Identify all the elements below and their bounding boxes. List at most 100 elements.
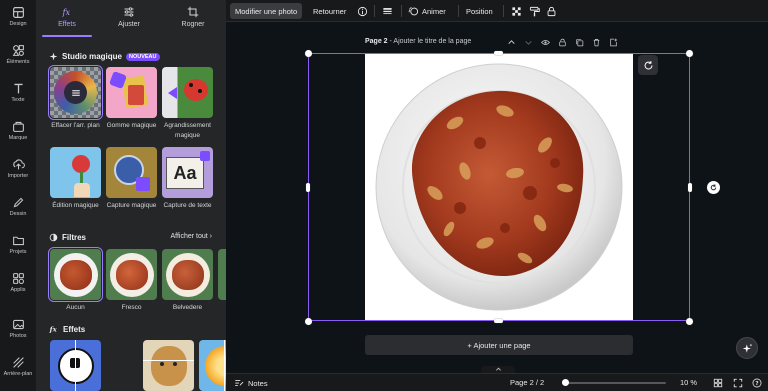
draw-icon xyxy=(13,197,23,208)
magic-assist-button[interactable] xyxy=(736,337,758,359)
design-icon xyxy=(12,7,24,18)
resize-handle-right[interactable] xyxy=(688,183,692,192)
rail-item-draw[interactable]: Dessin xyxy=(0,196,36,217)
edit-photo-button[interactable]: Modifier une photo xyxy=(230,3,303,19)
tool-thumbnail xyxy=(106,67,157,118)
copy-style-button[interactable] xyxy=(529,3,540,19)
fullscreen-button[interactable] xyxy=(733,378,743,388)
lock-button[interactable] xyxy=(546,3,557,19)
grid-view-button[interactable] xyxy=(713,378,723,388)
rail-item-projects[interactable]: Projets xyxy=(0,234,36,255)
resize-handle-bottom[interactable] xyxy=(494,319,503,323)
chevron-up-icon[interactable] xyxy=(507,38,516,47)
rail-item-apps[interactable]: Applis xyxy=(0,272,36,293)
tab-label: Ajuster xyxy=(118,21,140,28)
lock-icon xyxy=(547,6,556,16)
animate-icon xyxy=(408,6,419,15)
add-page-icon[interactable] xyxy=(609,38,618,47)
rail-item-brand[interactable]: Marque xyxy=(0,120,36,141)
tool-magic-eraser[interactable]: Gomme magique xyxy=(106,67,157,131)
rail-item-elements[interactable]: Éléments xyxy=(0,44,36,65)
paint-roller-icon xyxy=(529,6,540,16)
rail-item-design[interactable]: Design xyxy=(0,6,36,27)
resize-handle-top-right[interactable] xyxy=(686,50,693,57)
studio-title: Studio magique xyxy=(62,52,122,61)
rail-label: Importer xyxy=(7,173,29,179)
border-style-button[interactable] xyxy=(382,3,393,19)
rail-item-photos[interactable]: Photos xyxy=(0,318,36,339)
toolbar-divider xyxy=(401,5,402,17)
tool-label: Effacer l'arr. plan xyxy=(51,122,100,129)
filter-label: Aucun xyxy=(66,304,85,311)
bottom-bar: Notes Page 2 / 2 10 % ? xyxy=(226,373,768,391)
effects-section-title: fx Effets xyxy=(49,324,85,334)
filter-fresco[interactable]: Fresco xyxy=(106,249,157,311)
svg-text:fx: fx xyxy=(49,326,58,334)
duplicate-icon[interactable] xyxy=(575,38,584,47)
sparkle-icon xyxy=(49,52,58,61)
tab-label: Rogner xyxy=(181,21,205,28)
selection-box xyxy=(308,53,690,321)
tool-text-grab[interactable]: Aa Capture de texte xyxy=(162,147,213,211)
zoom-level[interactable]: 10 % xyxy=(680,378,697,387)
tool-label: Gomme magique xyxy=(106,122,157,129)
rail-item-background[interactable]: Arrière-plan xyxy=(0,356,36,377)
trash-icon[interactable] xyxy=(592,38,601,47)
help-button[interactable]: ? xyxy=(752,378,762,388)
tab-effects[interactable]: fx Effets xyxy=(36,6,98,28)
info-button[interactable] xyxy=(357,3,368,19)
notes-icon xyxy=(235,380,244,387)
show-all-filters-link[interactable]: Afficher tout › xyxy=(170,233,212,240)
effect-thumbnail-dog[interactable] xyxy=(143,340,194,391)
animate-label: Animer xyxy=(422,6,446,16)
filter-none[interactable]: Aucun xyxy=(48,247,103,311)
sparkle-icon xyxy=(742,343,752,353)
info-icon xyxy=(357,6,368,16)
effect-thumbnail-orange[interactable] xyxy=(199,340,226,391)
notes-label: Notes xyxy=(248,378,268,388)
animate-button[interactable]: Animer xyxy=(408,3,446,19)
transparency-button[interactable] xyxy=(511,3,522,19)
text-sample: Aa xyxy=(166,157,204,189)
resize-handle-left[interactable] xyxy=(306,183,310,192)
tool-label: Édition magique xyxy=(52,202,99,209)
sliders-icon xyxy=(124,7,134,17)
zoom-slider-track[interactable] xyxy=(562,382,666,384)
notes-button[interactable]: Notes xyxy=(234,378,268,388)
apps-icon xyxy=(12,273,24,284)
add-page-label: + Ajouter une page xyxy=(467,340,531,350)
tool-label: Capture de texte xyxy=(163,202,212,209)
page-title-input[interactable]: Ajouter le titre de la page xyxy=(393,38,471,45)
tool-magic-edit[interactable]: Édition magique xyxy=(50,147,101,211)
rail-label: Éléments xyxy=(6,59,30,65)
effect-thumbnail-ball[interactable] xyxy=(50,340,101,391)
add-page-button[interactable]: + Ajouter une page xyxy=(365,335,633,355)
eye-icon[interactable] xyxy=(541,38,550,47)
crop-icon xyxy=(187,6,199,18)
tool-bg-remover[interactable]: Effacer l'arr. plan xyxy=(48,65,103,131)
zoom-slider-handle[interactable] xyxy=(561,379,569,386)
rail-label: Dessin xyxy=(9,211,27,217)
rotate-handle[interactable] xyxy=(707,181,720,194)
rail-label: Arrière-plan xyxy=(3,371,33,377)
refresh-icon xyxy=(644,60,652,69)
tool-magic-grab[interactable]: Capture magique xyxy=(106,147,157,211)
resize-handle-top[interactable] xyxy=(494,51,503,55)
position-button[interactable]: Position xyxy=(466,3,493,19)
lock-icon[interactable] xyxy=(558,38,567,47)
tab-crop[interactable]: Rogner xyxy=(162,6,224,28)
help-icon: ? xyxy=(752,378,762,388)
chevron-down-icon[interactable] xyxy=(524,38,533,47)
rail-item-text[interactable]: Texte xyxy=(0,82,36,103)
tool-magic-expand[interactable]: Agrandissement magique xyxy=(162,67,213,141)
filter-label: Fresco xyxy=(121,304,142,311)
resize-handle-top-left[interactable] xyxy=(305,50,312,57)
fx-icon: fx xyxy=(62,7,71,17)
tab-adjust[interactable]: Ajuster xyxy=(98,6,160,28)
rail-item-upload[interactable]: Importer xyxy=(0,158,36,179)
resize-handle-bottom-right[interactable] xyxy=(686,318,693,325)
refresh-button[interactable] xyxy=(638,55,658,75)
filter-belvedere[interactable]: Belvedere xyxy=(162,249,213,311)
flip-button[interactable]: Retourner xyxy=(313,3,346,19)
resize-handle-bottom-left[interactable] xyxy=(305,318,312,325)
